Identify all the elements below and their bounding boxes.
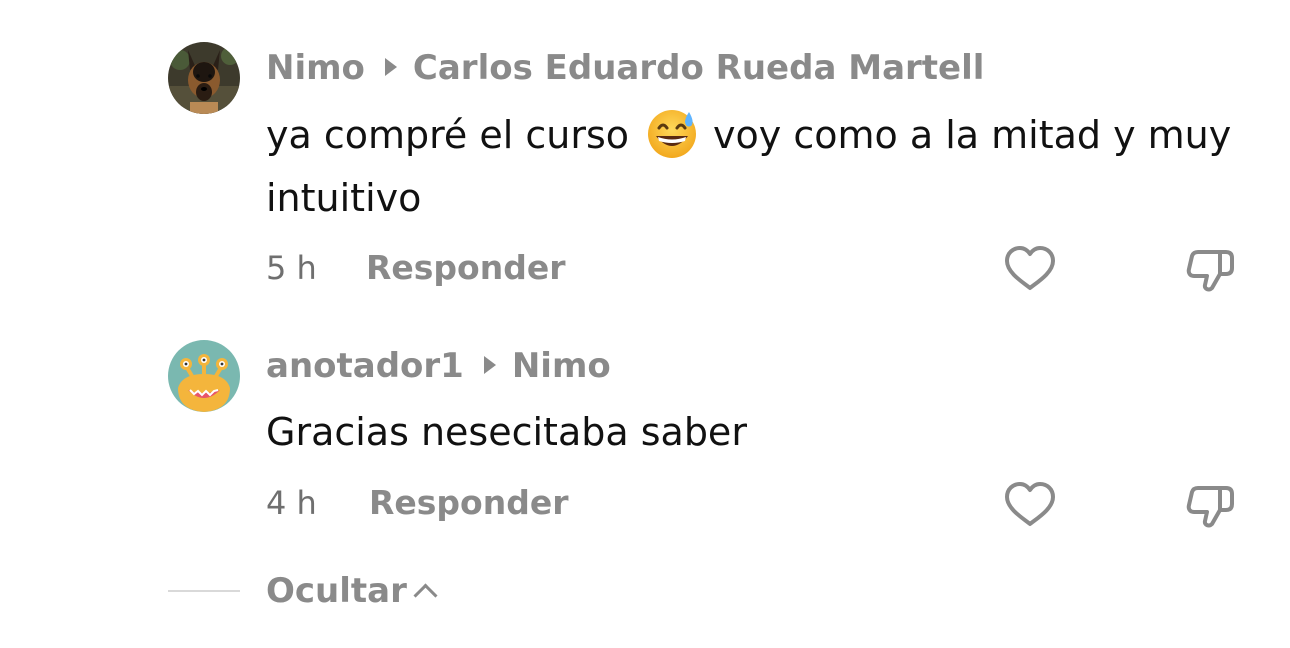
comment-time: 4 h bbox=[266, 484, 317, 522]
thumbs-down-icon bbox=[1186, 486, 1234, 528]
reply-to-name[interactable]: Carlos Eduardo Rueda Martell bbox=[413, 48, 985, 88]
comment-item: anotador1 Nimo Gracias nesecitaba saber 4… bbox=[168, 340, 1268, 540]
dislike-button[interactable] bbox=[1182, 478, 1238, 534]
comment-header: anotador1 Nimo bbox=[266, 344, 611, 388]
avatar[interactable] bbox=[168, 42, 240, 114]
comment-item: Nimo Carlos Eduardo Rueda Martell ya comp… bbox=[168, 42, 1268, 302]
like-button[interactable] bbox=[1002, 478, 1058, 534]
divider bbox=[168, 590, 240, 592]
avatar[interactable] bbox=[168, 340, 240, 412]
comment-text: ya compré el curso voy como a la mitad y… bbox=[266, 104, 1246, 230]
hide-replies-label: Ocultar bbox=[266, 571, 407, 611]
hide-replies-button[interactable]: Ocultar bbox=[266, 566, 438, 616]
reply-to-name[interactable]: Nimo bbox=[512, 346, 611, 386]
author-name[interactable]: Nimo bbox=[266, 48, 365, 88]
comment-actions: 4 h Responder bbox=[266, 481, 1266, 525]
reply-arrow-icon bbox=[384, 57, 397, 76]
comment-header: Nimo Carlos Eduardo Rueda Martell bbox=[266, 46, 984, 90]
like-button[interactable] bbox=[1002, 242, 1058, 298]
comment-time: 5 h bbox=[266, 249, 317, 287]
heart-icon bbox=[1005, 246, 1055, 290]
dog-avatar-image bbox=[168, 42, 240, 114]
heart-icon bbox=[1005, 482, 1055, 526]
dislike-button[interactable] bbox=[1182, 242, 1238, 298]
chevron-up-icon bbox=[413, 583, 438, 608]
reply-button[interactable]: Responder bbox=[366, 246, 566, 290]
comment-actions: 5 h Responder bbox=[266, 246, 1266, 290]
reply-arrow-icon bbox=[483, 355, 496, 374]
reply-button[interactable]: Responder bbox=[369, 481, 569, 525]
thumbs-down-icon bbox=[1186, 250, 1234, 292]
comment-text-part: ya compré el curso bbox=[266, 113, 630, 157]
author-name[interactable]: anotador1 bbox=[266, 346, 464, 386]
grinning-face-with-sweat-icon bbox=[648, 110, 697, 158]
collapse-replies: Ocultar bbox=[168, 566, 488, 616]
comment-text: Gracias nesecitaba saber bbox=[266, 410, 747, 454]
monster-avatar-image bbox=[168, 340, 240, 412]
